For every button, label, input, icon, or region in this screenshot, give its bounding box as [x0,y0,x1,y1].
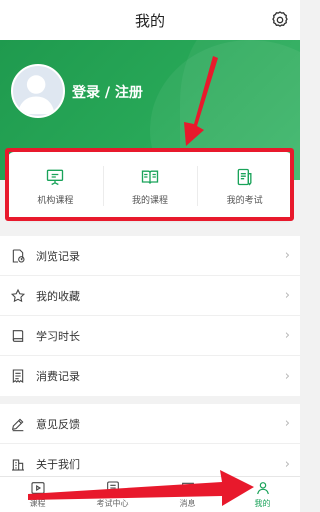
login-register-link[interactable]: 登录 / 注册 [72,82,143,102]
exam-center-icon [106,481,119,495]
page-title: 我的 [134,11,165,30]
tab-label: 考试中心 [96,499,129,508]
menu-item-label: 意见反馈 [36,417,80,431]
chevron-right-icon: › [284,368,290,384]
bottom-tab-bar: 课程 考试中心 消息 我的 [0,476,300,512]
tab-courses[interactable]: 课程 [0,477,75,512]
menu-group-records: 浏览记录 › 我的收藏 › 学习时长 › 消费记录 › [0,236,300,396]
menu-item-feedback[interactable]: 意见反馈 › [0,404,300,444]
play-course-icon [30,482,45,494]
menu-item-study-time[interactable]: 学习时长 › [0,316,300,356]
building-icon [12,459,24,471]
menu-item-label: 学习时长 [36,329,80,343]
receipt-icon [12,369,24,383]
message-icon [181,482,194,495]
tab-label: 消息 [179,499,196,508]
tab-label: 我的 [254,499,271,508]
menu-item-label: 关于我们 [36,458,80,471]
menu-item-label: 浏览记录 [36,249,80,263]
menu-item-favorites[interactable]: 我的收藏 › [0,276,300,316]
chevron-right-icon: › [284,248,290,263]
avatar-icon [17,75,55,115]
gear-icon[interactable] [270,10,290,30]
menu-item-label: 消费记录 [36,370,80,383]
top-bar: 我的 [0,0,300,40]
menu-item-label: 我的收藏 [36,289,80,303]
chevron-right-icon: › [284,288,290,303]
menu-group-about: 意见反馈 › 关于我们 › [0,404,300,484]
annotation-highlight-box [5,148,294,221]
chevron-right-icon: › [284,456,290,472]
chevron-right-icon: › [284,416,290,431]
tab-mine[interactable]: 我的 [225,477,300,512]
tab-exam-center[interactable]: 考试中心 [75,477,150,512]
menu-item-browse-history[interactable]: 浏览记录 › [0,236,300,276]
star-icon [10,288,26,302]
user-icon [256,482,269,495]
book-icon [12,329,24,342]
menu-item-purchase-history[interactable]: 消费记录 › [0,356,300,396]
avatar[interactable] [11,64,65,118]
chevron-right-icon: › [284,328,290,343]
history-icon [12,248,25,263]
tab-messages[interactable]: 消息 [150,477,225,512]
tab-label: 课程 [29,499,46,508]
feedback-pen-icon [11,418,24,431]
